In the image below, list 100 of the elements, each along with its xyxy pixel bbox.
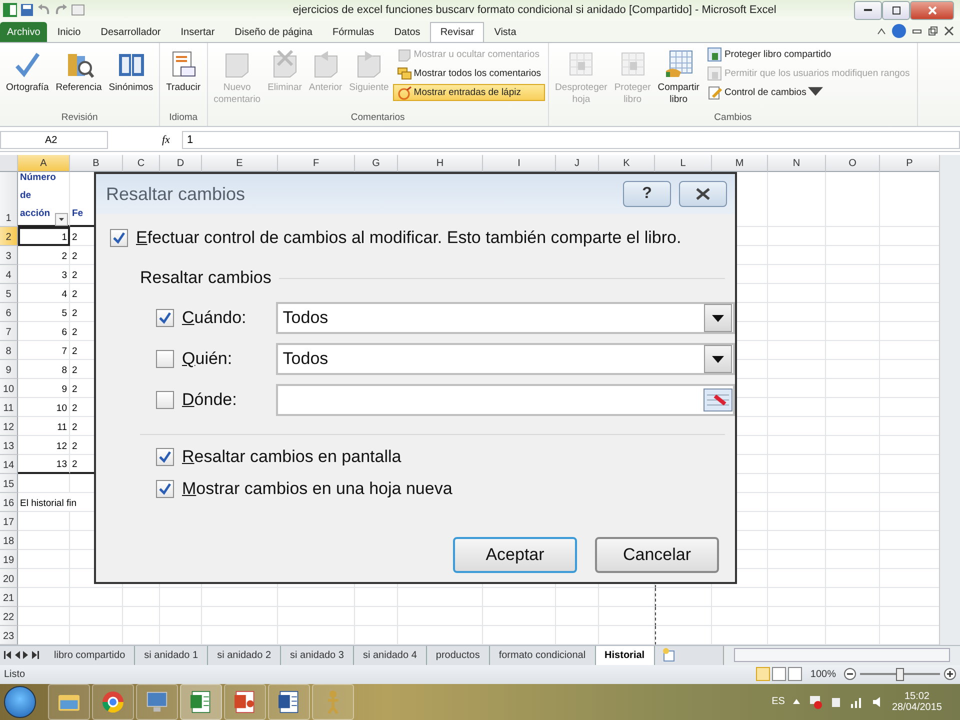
- checkbox-label[interactable]: Dónde:: [182, 390, 237, 410]
- save-icon[interactable]: [20, 3, 34, 18]
- ribbon-tab[interactable]: Fórmulas: [322, 22, 384, 42]
- column-header[interactable]: L: [655, 155, 712, 172]
- row-header[interactable]: 17: [0, 512, 18, 531]
- clock[interactable]: 15:02 28/04/2015: [892, 690, 942, 713]
- collapse-ribbon-icon[interactable]: [877, 28, 886, 35]
- close-button[interactable]: [679, 181, 727, 207]
- close-button[interactable]: [910, 0, 954, 20]
- column-header[interactable]: M: [712, 155, 768, 172]
- row-header[interactable]: 15: [0, 474, 18, 493]
- ribbon-tab[interactable]: Datos: [384, 22, 430, 42]
- column-header[interactable]: F: [278, 155, 355, 172]
- ribbon-button[interactable]: Traducir: [163, 45, 204, 112]
- range-picker-icon[interactable]: [703, 388, 733, 412]
- row-header[interactable]: 22: [0, 607, 18, 626]
- checkbox[interactable]: [156, 448, 174, 466]
- range-field[interactable]: [276, 384, 735, 416]
- restore-icon[interactable]: [928, 26, 938, 36]
- row-header[interactable]: 1: [0, 172, 18, 227]
- row-header[interactable]: 6: [0, 303, 18, 322]
- next-sheet-icon[interactable]: [23, 651, 29, 660]
- zoom-in-icon[interactable]: [944, 668, 956, 680]
- name-box[interactable]: A2: [0, 131, 108, 150]
- row-header[interactable]: 2: [0, 227, 18, 246]
- function-button[interactable]: fx: [112, 134, 178, 146]
- zoom-level[interactable]: 100%: [810, 668, 836, 680]
- row-header[interactable]: 5: [0, 284, 18, 303]
- row-header[interactable]: 16: [0, 493, 18, 512]
- checkbox[interactable]: [156, 391, 174, 409]
- row-header[interactable]: 11: [0, 398, 18, 417]
- taskbar-button[interactable]: [92, 684, 134, 720]
- ribbon-tab[interactable]: Insertar: [170, 22, 225, 42]
- column-header[interactable]: P: [880, 155, 940, 172]
- help-icon[interactable]: [892, 24, 906, 38]
- insert-sheet-icon[interactable]: [660, 647, 677, 663]
- row-header[interactable]: 7: [0, 322, 18, 341]
- signal-icon[interactable]: [850, 696, 864, 708]
- restore-button[interactable]: [882, 0, 910, 20]
- row-header[interactable]: 10: [0, 379, 18, 398]
- row-header[interactable]: 9: [0, 360, 18, 379]
- minimize-button[interactable]: [854, 0, 882, 20]
- first-sheet-icon[interactable]: [4, 651, 11, 660]
- row-header[interactable]: 23: [0, 626, 18, 645]
- ribbon-tab[interactable]: Diseño de página: [224, 22, 322, 42]
- spreadsheet-app-icon[interactable]: [3, 3, 17, 18]
- column-header[interactable]: H: [398, 155, 483, 172]
- checkbox[interactable]: [156, 480, 174, 498]
- formula-field[interactable]: 1: [182, 131, 960, 150]
- ribbon-tab[interactable]: Inicio: [47, 22, 91, 42]
- ribbon-tab[interactable]: Desarrollador: [90, 22, 171, 42]
- ribbon-button[interactable]: Control de cambios: [703, 84, 914, 102]
- checkbox-label[interactable]: Mostrar cambios en una hoja nueva: [182, 479, 452, 499]
- column-header[interactable]: D: [160, 155, 202, 172]
- taskbar-button[interactable]: [180, 684, 222, 720]
- row-header[interactable]: 18: [0, 531, 18, 550]
- column-header[interactable]: K: [599, 155, 655, 172]
- checkbox[interactable]: [156, 350, 174, 368]
- checkbox-label[interactable]: Quién:: [182, 349, 232, 369]
- dialog-button[interactable]: Cancelar: [595, 537, 719, 573]
- ribbon-button[interactable]: Referencia: [52, 45, 105, 112]
- ribbon-button[interactable]: Ortografía: [3, 45, 52, 112]
- column-header[interactable]: B: [70, 155, 123, 172]
- column-header[interactable]: O: [826, 155, 880, 172]
- previous-sheet-icon[interactable]: [14, 651, 20, 660]
- row-header[interactable]: 21: [0, 588, 18, 607]
- row-header[interactable]: 19: [0, 550, 18, 569]
- taskbar-button[interactable]: [224, 684, 266, 720]
- ribbon-button[interactable]: Proteger libro compartido: [703, 46, 914, 64]
- dialog-button[interactable]: Aceptar: [453, 537, 577, 573]
- column-header[interactable]: G: [355, 155, 398, 172]
- dropdown-field[interactable]: Todos: [276, 302, 735, 334]
- flag-icon[interactable]: [808, 694, 822, 709]
- ribbon-button[interactable]: Mostrar todos los comentarios: [392, 65, 546, 82]
- caret-icon[interactable]: [792, 699, 800, 704]
- column-header[interactable]: J: [556, 155, 599, 172]
- vertical-scrollbar[interactable]: [939, 155, 960, 645]
- help-button[interactable]: ?: [623, 181, 671, 207]
- view-button[interactable]: [772, 667, 786, 682]
- dropdown-arrow-icon[interactable]: [712, 314, 724, 322]
- close-icon[interactable]: [944, 26, 954, 36]
- column-header[interactable]: C: [123, 155, 160, 172]
- row-header[interactable]: 14: [0, 455, 18, 474]
- row-header[interactable]: 4: [0, 265, 18, 284]
- row-header[interactable]: 13: [0, 436, 18, 455]
- row-header[interactable]: 8: [0, 341, 18, 360]
- ribbon-tab[interactable]: Vista: [484, 22, 526, 42]
- filter-button[interactable]: [55, 213, 68, 226]
- dropdown-arrow-icon[interactable]: [712, 356, 724, 362]
- horizontal-scrollbar[interactable]: [722, 646, 960, 665]
- sheet-tab[interactable]: Historial: [596, 646, 655, 665]
- row-header[interactable]: 3: [0, 246, 18, 265]
- column-header[interactable]: N: [768, 155, 826, 172]
- ribbon-button[interactable]: Mostrar entradas de lápiz: [392, 84, 546, 102]
- taskbar-button[interactable]: [268, 684, 310, 720]
- ribbon-button[interactable]: Sinónimos: [106, 45, 156, 112]
- checkbox-label[interactable]: Cuándo:: [182, 308, 246, 328]
- language-indicator[interactable]: ES: [772, 696, 785, 708]
- slider-thumb[interactable]: [896, 668, 904, 681]
- checkbox-label[interactable]: Resaltar cambios en pantalla: [182, 447, 402, 467]
